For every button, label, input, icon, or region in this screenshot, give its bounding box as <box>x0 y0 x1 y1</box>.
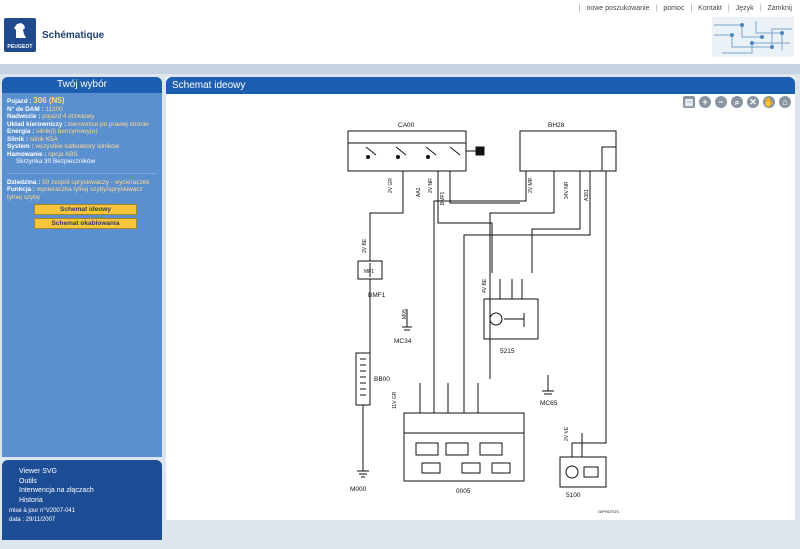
brand-text: PEUGEOT <box>7 44 33 50</box>
menu-outils[interactable]: Outils <box>9 477 162 487</box>
lion-icon <box>14 23 26 38</box>
label-mf1: MF1 <box>364 269 374 275</box>
label-2v-mr: 2V MR <box>528 177 534 193</box>
wiring-diagram-button[interactable]: Schemat okablowania <box>34 218 137 229</box>
row-dam: N° de DAM : 11200 <box>7 105 63 113</box>
label-aa1: AA1 <box>416 187 422 197</box>
row-system: System : wszystkie kalkulatory silników <box>7 143 120 150</box>
link-close[interactable]: Zamknij <box>767 5 792 12</box>
tools-panel: Viewer SVG Outils Interwencja na złączac… <box>2 460 162 540</box>
selection-panel: Twój wybór Pojazd : 306 (N5) N° de DAM :… <box>2 77 162 457</box>
app-title: Schématique <box>42 30 105 41</box>
peugeot-logo: PEUGEOT <box>4 18 36 52</box>
row-energy: Energia : silnik(i) benzynowy(e) <box>7 128 98 135</box>
row-engine: Silnik : silnik K5A <box>7 135 58 143</box>
row-steering: Układ kierowniczy : kierownice po prawej… <box>7 120 149 128</box>
home-icon[interactable]: ⌂ <box>779 96 791 108</box>
diagram-toolbar: ▤ + − ⌕ ✕ ✋ ⌂ <box>683 96 791 108</box>
label-bmf1-nr: BMF1 <box>440 191 446 205</box>
zoom-in-icon[interactable]: + <box>699 96 711 108</box>
header: PEUGEOT Schématique | nowe poszukowanie … <box>0 0 800 64</box>
label-5215: 5215 <box>500 348 515 355</box>
row-brakes: Hamowanie : opcja ABS <box>7 150 78 158</box>
label-0005: 0005 <box>456 488 471 495</box>
update-info: mise à jour n°V2007-041 <box>9 508 76 514</box>
diagram-panel: Schemat ideowy ▤ + − ⌕ ✕ ✋ ⌂ CA00 BH28 B… <box>166 77 795 520</box>
magnifier-icon[interactable]: ⌕ <box>731 96 743 108</box>
label-ca00: CA00 <box>398 122 415 129</box>
divider <box>7 166 157 174</box>
label-bmf1: BMF1 <box>368 292 386 299</box>
label-bb00: BB00 <box>374 376 390 383</box>
link-language[interactable]: Język <box>736 5 754 12</box>
label-mc34: MC34 <box>394 338 412 345</box>
link-contact[interactable]: Kontakt <box>698 5 722 12</box>
pan-hand-icon[interactable]: ✋ <box>763 96 775 108</box>
label-5100: 5100 <box>566 492 581 499</box>
reset-icon[interactable]: ✕ <box>747 96 759 108</box>
label-m000: M000 <box>350 486 367 493</box>
row-fuse-box: Skrzynka 30 Bezpieczników <box>16 158 96 165</box>
label-bh28: BH28 <box>548 122 565 129</box>
row-function: Funkcja : wycieraczka tylnej szyby/sprys… <box>7 186 143 201</box>
label-m05: M05 <box>402 309 408 319</box>
label-mc65: MC65 <box>540 400 558 407</box>
print-icon[interactable]: ▤ <box>683 96 695 108</box>
label-11v-gr: 11V GR <box>392 391 398 409</box>
label-4v-be: 4V BE <box>482 278 488 293</box>
selection-title: Twój wybór <box>2 77 162 93</box>
row-vehicle: Pojazd : 306 (N5) <box>7 96 65 106</box>
wiring-schematic[interactable]: CA00 BH28 BMF1 MF1 MC34 MC65 BB00 M000 0… <box>170 113 790 517</box>
link-new-search[interactable]: nowe poszukowanie <box>586 5 649 12</box>
menu-viewer-svg[interactable]: Viewer SVG <box>9 467 162 477</box>
circuit-decoration <box>712 17 794 57</box>
diagram-title: Schemat ideowy <box>166 77 795 94</box>
row-domain: Dziedzina : 50 zespół spryskiwaczy - wyc… <box>7 178 150 186</box>
header-divider <box>0 64 800 74</box>
label-signature: GIPHOTUS <box>598 509 619 514</box>
label-2v-nr: 2V NR <box>428 178 434 193</box>
menu-history[interactable]: Historia <box>9 496 162 506</box>
link-help[interactable]: pomoc <box>663 5 684 12</box>
zoom-out-icon[interactable]: − <box>715 96 727 108</box>
update-date: data : 29/11/2007 <box>9 517 56 523</box>
label-2v-ve: 2V VE <box>564 426 570 441</box>
schematic-diagram-button[interactable]: Schemat ideowy <box>34 204 137 215</box>
row-body: Nadwozie : pojazd 4 drzwiowy <box>7 113 95 120</box>
label-34v-nr: 34V NR <box>564 181 570 199</box>
top-links: | nowe poszukowanie | pomoc | Kontakt | … <box>578 5 792 12</box>
label-2v-be: 2V BE <box>362 238 368 253</box>
menu-connector-intervention[interactable]: Interwencja na złączach <box>9 486 162 496</box>
label-2v-gr: 2V GR <box>388 178 394 193</box>
label-a381: A381 <box>584 189 590 201</box>
